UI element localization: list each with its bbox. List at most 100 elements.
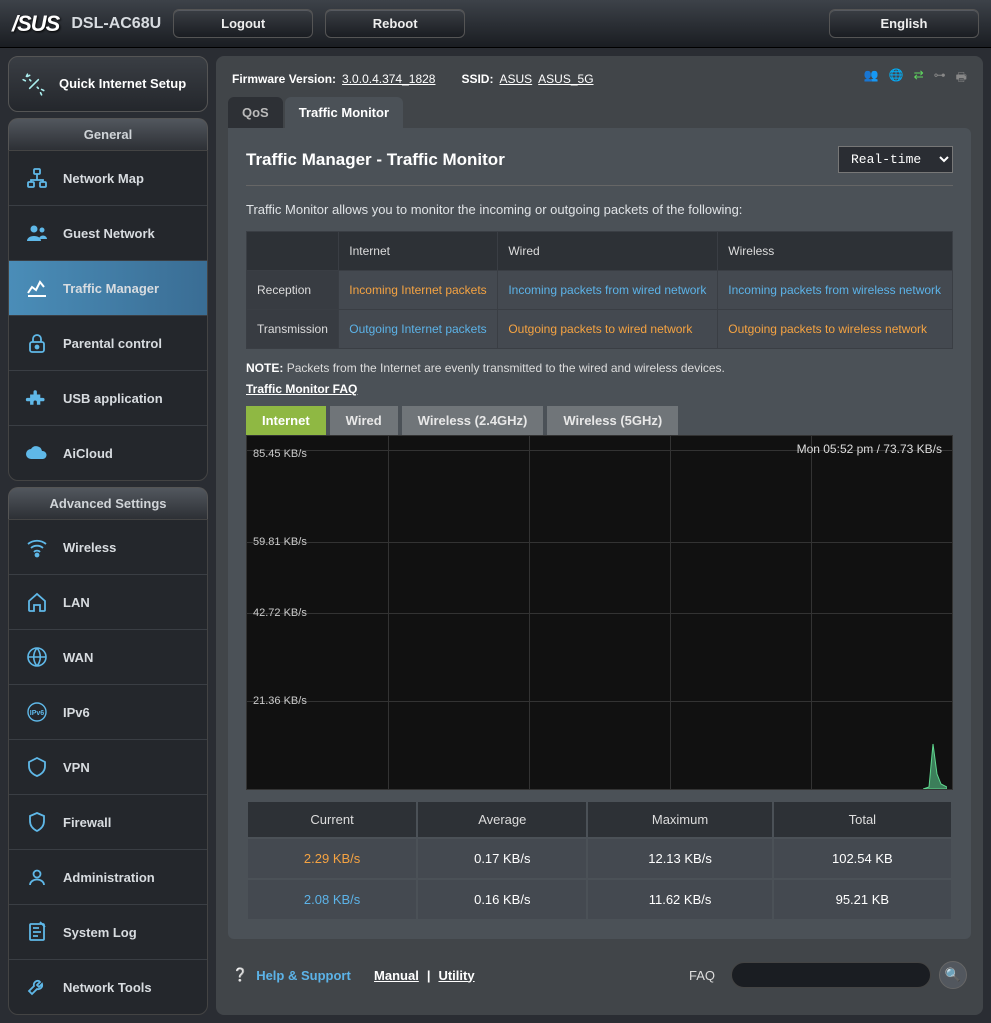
wifi-icon (23, 533, 51, 561)
firmware-label: Firmware Version: (232, 72, 336, 86)
stats-header-maximum: Maximum (588, 802, 771, 837)
nav-label: AiCloud (63, 446, 113, 461)
puzzle-icon (23, 384, 51, 412)
internet-status-icon: 🌐 (889, 68, 904, 89)
nav-label: IPv6 (63, 705, 90, 720)
reboot-button[interactable]: Reboot (325, 9, 465, 38)
status-icons: 👥 🌐 ⇄ ⊶ 🖶 (864, 68, 967, 89)
stat-rx-average: 0.17 KB/s (418, 839, 586, 878)
language-select[interactable]: English (829, 9, 979, 38)
tools-icon (23, 973, 51, 1001)
general-nav: Network Map Guest Network Traffic Manage… (8, 150, 208, 481)
sidebar-item-administration[interactable]: Administration (9, 850, 207, 905)
firmware-version-link[interactable]: 3.0.0.4.374_1828 (342, 72, 435, 86)
link-outgoing-wired[interactable]: Outgoing packets to wired network (508, 322, 692, 336)
stat-tx-average: 0.16 KB/s (418, 880, 586, 919)
link-outgoing-internet[interactable]: Outgoing Internet packets (349, 322, 486, 336)
sidebar-item-guest-network[interactable]: Guest Network (9, 206, 207, 261)
page-title: Traffic Manager - Traffic Monitor (246, 150, 505, 170)
vpn-icon (23, 753, 51, 781)
chart-tab-wireless-24[interactable]: Wireless (2.4GHz) (402, 406, 544, 435)
sidebar-item-wireless[interactable]: Wireless (9, 520, 207, 575)
quick-internet-setup[interactable]: Quick Internet Setup (8, 56, 208, 112)
model-name: DSL-AC68U (71, 15, 161, 33)
sidebar-item-usb-application[interactable]: USB application (9, 371, 207, 426)
sidebar-item-system-log[interactable]: System Log (9, 905, 207, 960)
tab-traffic-monitor[interactable]: Traffic Monitor (285, 97, 403, 128)
stats-table: Current Average Maximum Total 2.29 KB/s … (246, 800, 953, 921)
sidebar-item-ipv6[interactable]: IPv6 IPv6 (9, 685, 207, 740)
stats-header-total: Total (774, 802, 951, 837)
nav-label: WAN (63, 650, 93, 665)
ssid-link-2[interactable]: ASUS_5G (538, 72, 593, 86)
search-button[interactable]: 🔍 (939, 961, 967, 989)
col-internet: Internet (339, 232, 498, 271)
ssid-link-1[interactable]: ASUS (499, 72, 532, 86)
content-panel: Traffic Manager - Traffic Monitor Real-t… (228, 128, 971, 939)
nav-label: Wireless (63, 540, 116, 555)
sidebar-item-aicloud[interactable]: AiCloud (9, 426, 207, 480)
footer: ❔ Help & Support Manual | Utility FAQ 🔍 (216, 951, 983, 999)
globe-icon (23, 643, 51, 671)
nav-label: Network Map (63, 171, 144, 186)
main-content: Firmware Version: 3.0.0.4.374_1828 SSID:… (216, 56, 983, 1015)
nav-label: USB application (63, 391, 163, 406)
brand-logo: /SUS (12, 11, 59, 37)
logout-button[interactable]: Logout (173, 9, 313, 38)
link-incoming-wired[interactable]: Incoming packets from wired network (508, 283, 706, 297)
search-input[interactable] (731, 962, 931, 988)
manual-link[interactable]: Manual (374, 968, 419, 983)
link-outgoing-wireless[interactable]: Outgoing packets to wireless network (728, 322, 927, 336)
traffic-monitor-faq-link[interactable]: Traffic Monitor FAQ (246, 382, 357, 396)
col-wireless: Wireless (718, 232, 953, 271)
row-reception: Reception (247, 271, 339, 310)
sidebar-item-network-tools[interactable]: Network Tools (9, 960, 207, 1014)
row-transmission: Transmission (247, 310, 339, 349)
link-incoming-wireless[interactable]: Incoming packets from wireless network (728, 283, 941, 297)
stat-tx-maximum: 11.62 KB/s (588, 880, 771, 919)
help-icon: ❔ (232, 967, 248, 983)
utility-link[interactable]: Utility (438, 968, 474, 983)
usb-status-icon: ⊶ (934, 68, 946, 89)
cloud-icon (23, 439, 51, 467)
chart-tab-wireless-5[interactable]: Wireless (5GHz) (547, 406, 678, 435)
nav-label: System Log (63, 925, 137, 940)
help-support-label: Help & Support (256, 968, 351, 983)
page-description: Traffic Monitor allows you to monitor th… (246, 186, 953, 231)
chart-tab-wired[interactable]: Wired (330, 406, 398, 435)
stat-rx-total: 102.54 KB (774, 839, 951, 878)
chart-tab-internet[interactable]: Internet (246, 406, 326, 435)
advanced-nav: Wireless LAN WAN IPv6 IPv6 VPN Firewall A… (8, 519, 208, 1015)
packet-matrix: Internet Wired Wireless Reception Incomi… (246, 231, 953, 349)
admin-icon (23, 863, 51, 891)
y-tick-2: 42.72 KB/s (253, 607, 307, 619)
info-bar: Firmware Version: 3.0.0.4.374_1828 SSID:… (216, 56, 983, 97)
sidebar-item-wan[interactable]: WAN (9, 630, 207, 685)
nav-label: Firewall (63, 815, 111, 830)
ssid-label: SSID: (461, 72, 493, 86)
people-icon (23, 219, 51, 247)
chart-status: Mon 05:52 pm / 73.73 KB/s (797, 442, 942, 456)
sidebar-item-vpn[interactable]: VPN (9, 740, 207, 795)
qis-label: Quick Internet Setup (59, 76, 186, 92)
y-tick-3: 21.36 KB/s (253, 695, 307, 707)
sidebar-item-network-map[interactable]: Network Map (9, 151, 207, 206)
sidebar-item-traffic-manager[interactable]: Traffic Manager (9, 261, 207, 316)
sidebar-item-parental-control[interactable]: Parental control (9, 316, 207, 371)
lock-icon (23, 329, 51, 357)
home-icon (23, 588, 51, 616)
sidebar: Quick Internet Setup General Network Map… (8, 56, 208, 1015)
main-tabs: QoS Traffic Monitor (216, 97, 983, 128)
wand-icon (19, 69, 49, 99)
ipv6-icon: IPv6 (23, 698, 51, 726)
sidebar-item-firewall[interactable]: Firewall (9, 795, 207, 850)
sidebar-item-lan[interactable]: LAN (9, 575, 207, 630)
mode-select[interactable]: Real-time (838, 146, 953, 173)
nav-label: Parental control (63, 336, 162, 351)
top-bar: /SUS DSL-AC68U Logout Reboot English (0, 0, 991, 48)
stat-tx-total: 95.21 KB (774, 880, 951, 919)
shield-icon (23, 808, 51, 836)
tab-qos[interactable]: QoS (228, 97, 283, 128)
faq-label: FAQ (689, 968, 715, 983)
link-incoming-internet[interactable]: Incoming Internet packets (349, 283, 486, 297)
